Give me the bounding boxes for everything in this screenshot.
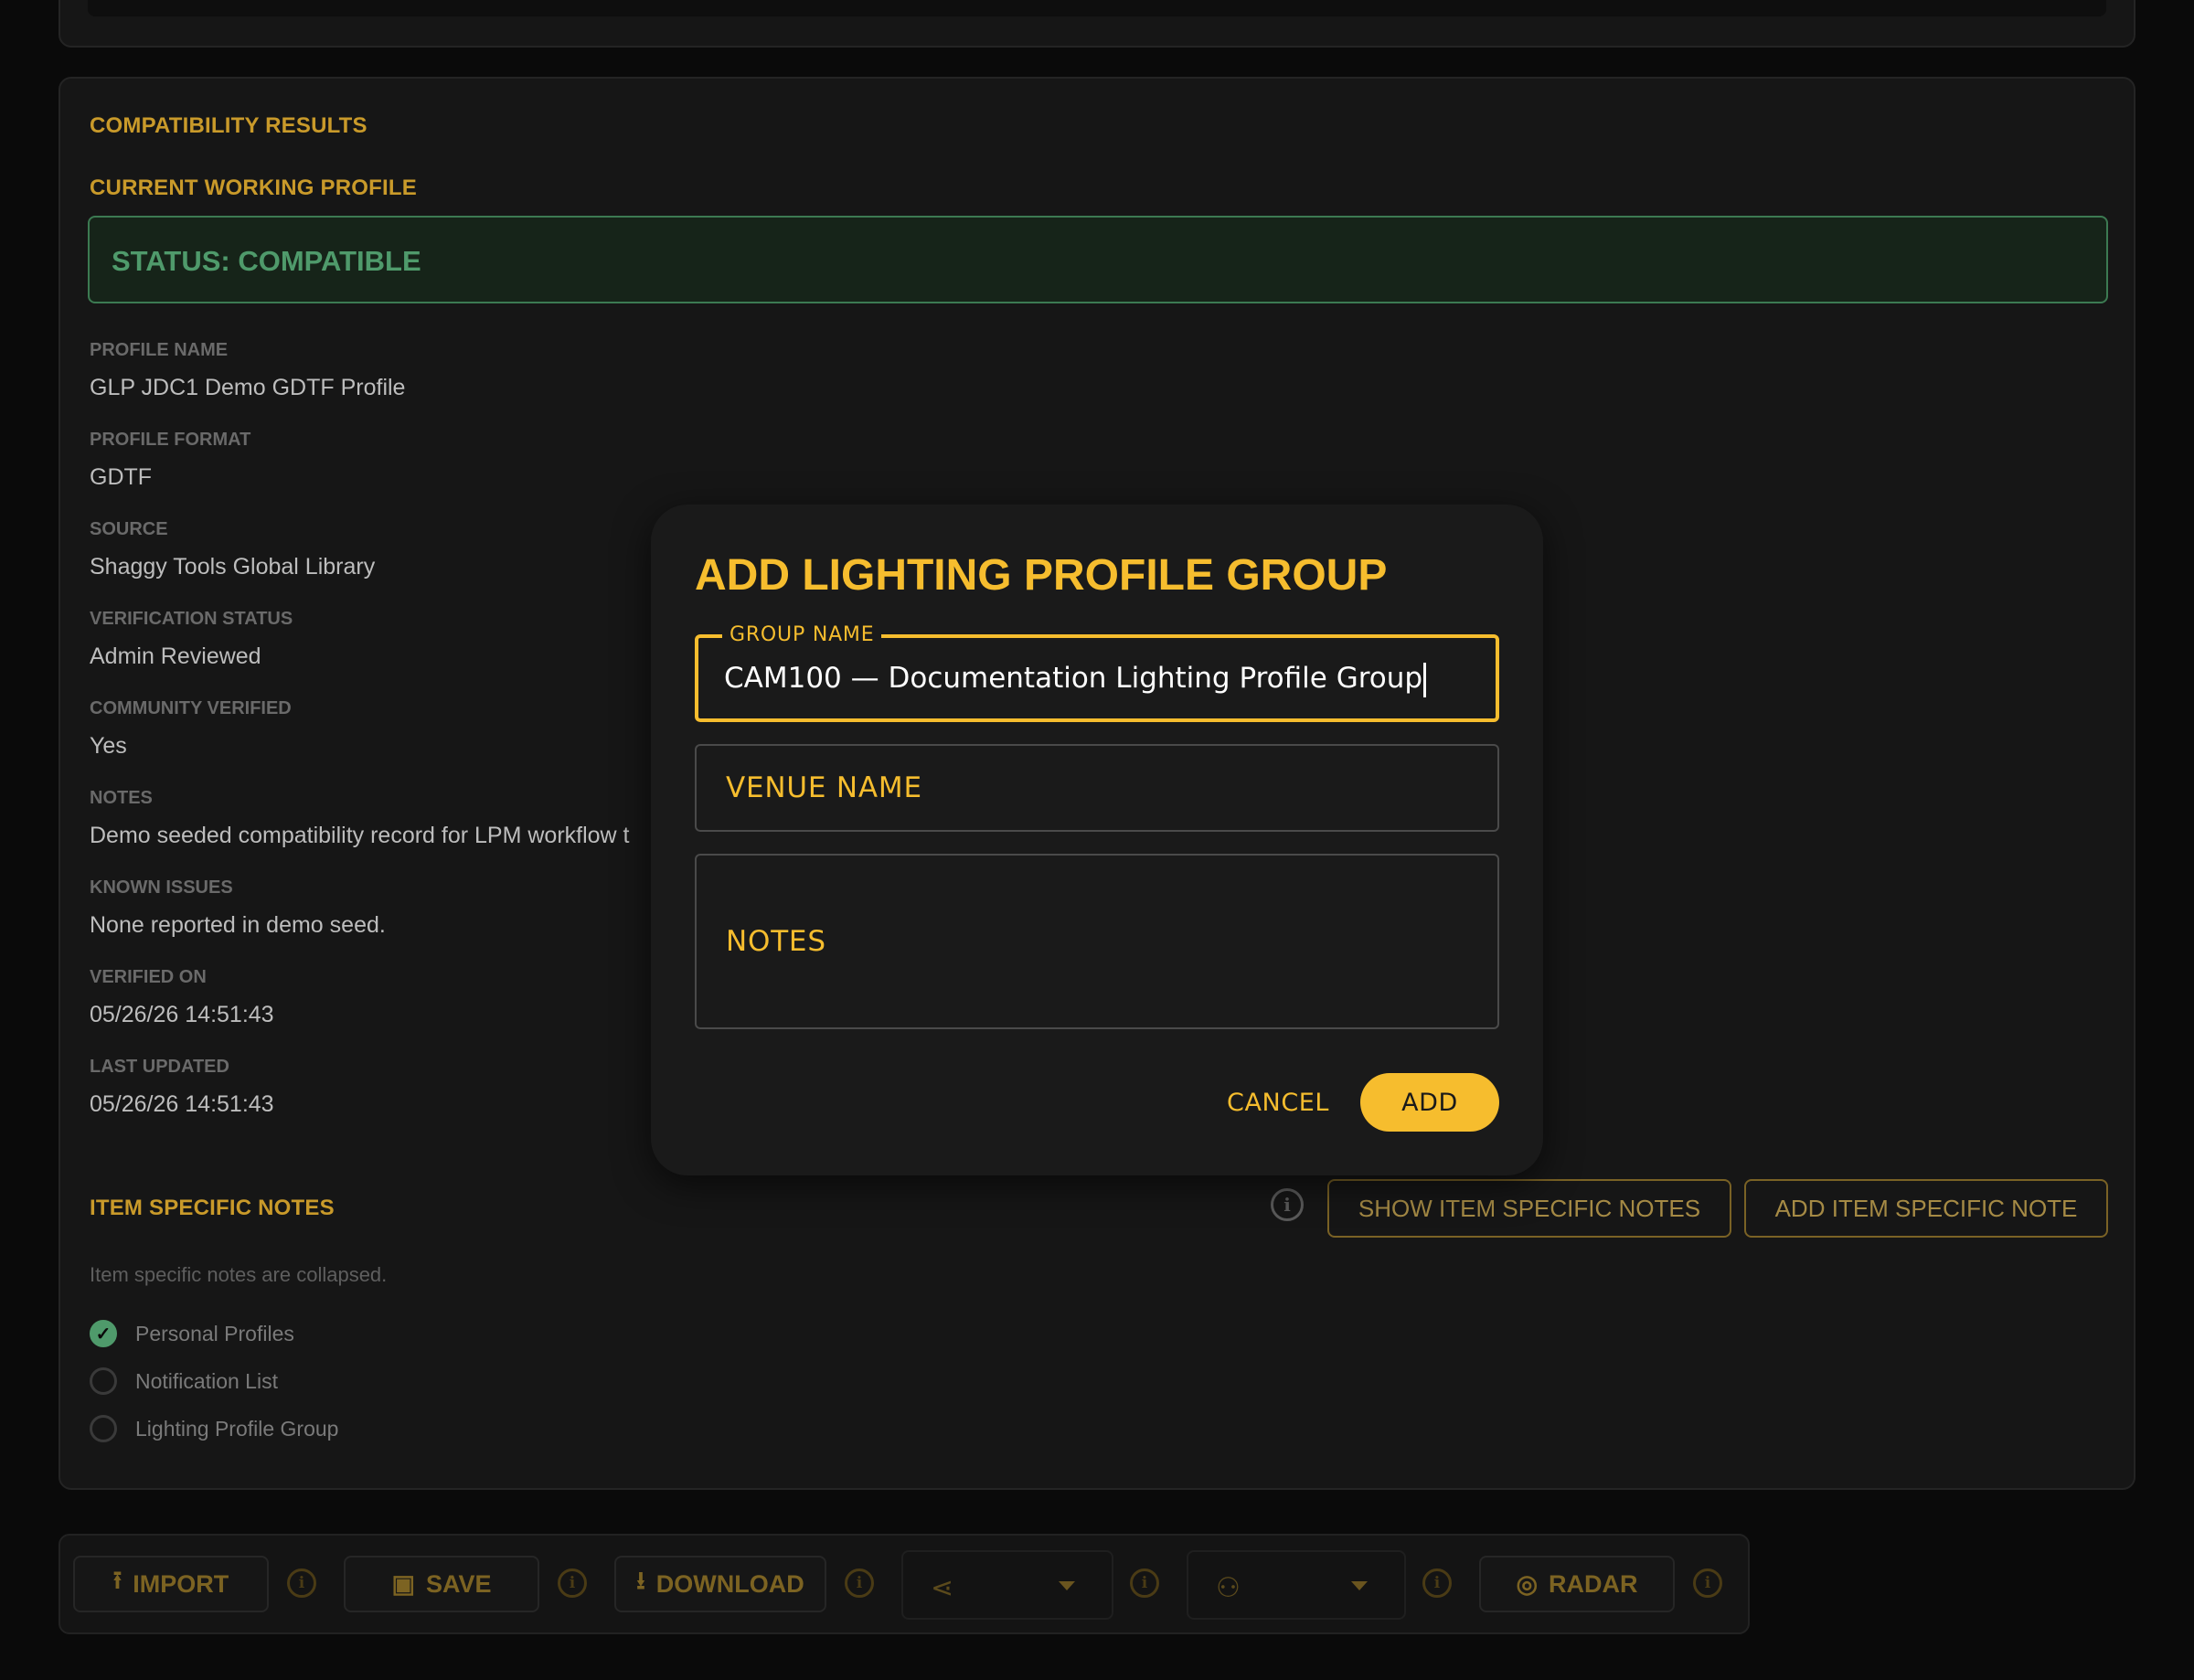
item-notes-title: ITEM SPECIFIC NOTES [90, 1196, 335, 1220]
profile-name-label: PROFILE NAME [90, 340, 229, 360]
status-text: STATUS: COMPATIBLE [112, 245, 421, 277]
working-profile-title: CURRENT WORKING PROFILE [90, 175, 417, 200]
share-select[interactable]: ⋖ [901, 1550, 1113, 1620]
share-icon: ⋖ [931, 1573, 954, 1603]
checklist-item-lighting-profile-group[interactable]: Lighting Profile Group [90, 1415, 338, 1442]
notes-value: Demo seeded compatibility record for LPM… [90, 823, 630, 848]
verification-status-value: Admin Reviewed [90, 643, 261, 669]
upload-icon: ⭱ [112, 1567, 122, 1594]
community-verified-value: Yes [90, 733, 127, 759]
group-name-label: GROUP NAME [722, 623, 882, 646]
source-label: SOURCE [90, 519, 168, 539]
checklist-item-notification-list[interactable]: Notification List [90, 1367, 278, 1395]
group-name-field[interactable]: GROUP NAME CAM100 — Documentation Lighti… [695, 623, 1499, 722]
show-item-notes-button[interactable]: SHOW ITEM SPECIFIC NOTES [1327, 1179, 1731, 1238]
info-icon[interactable]: i [287, 1568, 316, 1598]
last-updated-value: 05/26/26 14:51:43 [90, 1091, 274, 1117]
check-icon: ✓ [90, 1320, 117, 1347]
source-value: Shaggy Tools Global Library [90, 554, 376, 579]
known-issues-value: None reported in demo seed. [90, 912, 386, 938]
top-panel [59, 0, 2135, 48]
add-item-note-button[interactable]: ADD ITEM SPECIFIC NOTE [1744, 1179, 2108, 1238]
profile-name-value: GLP JDC1 Demo GDTF Profile [90, 375, 406, 400]
venue-name-placeholder: VENUE NAME [726, 771, 922, 804]
checklist-item-personal-profiles[interactable]: ✓ Personal Profiles [90, 1320, 294, 1347]
info-icon[interactable]: i [558, 1568, 587, 1598]
section-title: COMPATIBILITY RESULTS [90, 113, 367, 138]
checklist-label: Notification List [135, 1368, 278, 1393]
users-icon: ⚇ [1216, 1573, 1241, 1603]
verified-on-value: 05/26/26 14:51:43 [90, 1002, 274, 1027]
bottom-toolbar: ⭱ IMPORT i ▣ SAVE i ⭳ DOWNLOAD i ⋖ i ⚇ i… [59, 1534, 1750, 1634]
download-icon: ⭳ [636, 1567, 645, 1594]
save-label: SAVE [425, 1569, 492, 1598]
profile-format-label: PROFILE FORMAT [90, 430, 251, 450]
radar-label: RADAR [1549, 1569, 1638, 1598]
info-icon[interactable]: i [845, 1568, 874, 1598]
status-banner: STATUS: COMPATIBLE [88, 216, 2108, 303]
empty-circle-icon [90, 1367, 117, 1395]
floppy-icon: ▣ [391, 1569, 415, 1598]
radar-icon: ◎ [1516, 1569, 1539, 1598]
text-cursor [1423, 662, 1427, 697]
radar-button[interactable]: ◎ RADAR [1479, 1556, 1675, 1612]
community-verified-label: COMMUNITY VERIFIED [90, 698, 292, 718]
empty-circle-icon [90, 1415, 117, 1442]
group-name-input-wrap: CAM100 — Documentation Lighting Profile … [724, 662, 1427, 697]
profile-format-value: GDTF [90, 464, 153, 490]
top-panel-inner [88, 0, 2106, 16]
verified-on-label: VERIFIED ON [90, 967, 207, 987]
chevron-down-icon [1351, 1581, 1368, 1590]
notes-field[interactable]: NOTES [695, 854, 1499, 1029]
group-name-input[interactable]: CAM100 — Documentation Lighting Profile … [724, 662, 1422, 695]
import-label: IMPORT [133, 1569, 229, 1598]
checklist-label: Personal Profiles [135, 1321, 294, 1345]
info-icon[interactable]: i [1693, 1568, 1722, 1598]
checklist-label: Lighting Profile Group [135, 1416, 339, 1441]
download-button[interactable]: ⭳ DOWNLOAD [614, 1556, 826, 1612]
import-button[interactable]: ⭱ IMPORT [73, 1556, 269, 1612]
last-updated-label: LAST UPDATED [90, 1057, 229, 1077]
add-button[interactable]: ADD [1360, 1073, 1499, 1132]
notes-placeholder: NOTES [726, 925, 826, 958]
add-lighting-profile-group-dialog: ADD LIGHTING PROFILE GROUP GROUP NAME CA… [651, 505, 1543, 1175]
info-icon[interactable]: i [1422, 1568, 1452, 1598]
venue-name-field[interactable]: VENUE NAME [695, 744, 1499, 832]
info-icon[interactable]: i [1130, 1568, 1159, 1598]
info-icon[interactable]: i [1271, 1188, 1304, 1221]
users-select[interactable]: ⚇ [1187, 1550, 1406, 1620]
cancel-button[interactable]: CANCEL [1216, 1073, 1340, 1132]
dialog-title: ADD LIGHTING PROFILE GROUP [695, 551, 1388, 600]
verification-status-label: VERIFICATION STATUS [90, 609, 293, 629]
known-issues-label: KNOWN ISSUES [90, 877, 233, 898]
save-button[interactable]: ▣ SAVE [344, 1556, 539, 1612]
item-notes-collapsed-text: Item specific notes are collapsed. [90, 1263, 388, 1286]
notes-label: NOTES [90, 788, 153, 808]
download-label: DOWNLOAD [655, 1569, 804, 1598]
chevron-down-icon [1059, 1581, 1075, 1590]
